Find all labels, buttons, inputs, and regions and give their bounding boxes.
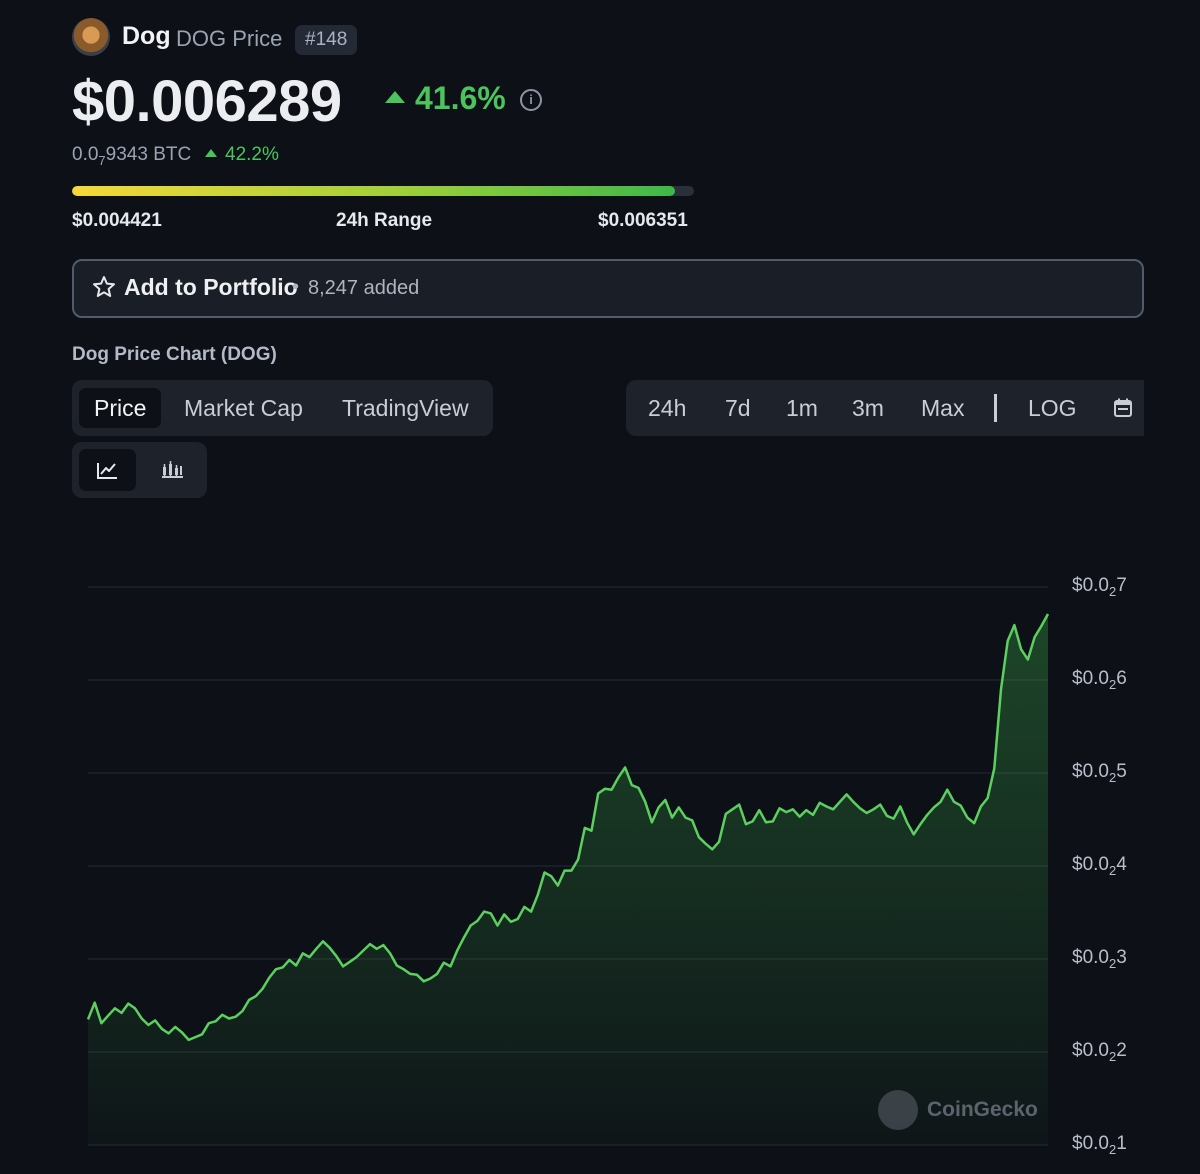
up-arrow-icon [385,91,405,103]
chart-tabs: Price Market Cap TradingView [72,380,493,436]
y-tick-label: $0.023 [1072,947,1127,971]
y-tick-label: $0.026 [1072,668,1127,692]
rank-badge: #148 [295,25,358,55]
calendar-icon[interactable] [1113,398,1133,418]
y-tick-label: $0.025 [1072,761,1127,785]
coin-name: Dog [122,22,171,50]
line-chart-icon [97,463,117,479]
price-area [88,614,1048,1145]
candlestick-chart-button[interactable] [144,449,201,491]
y-tick-label: $0.024 [1072,854,1127,878]
watermark: CoinGecko [927,1098,1038,1121]
btc-price-subscript: 7 [98,152,106,168]
up-arrow-icon [205,149,217,157]
range-3m-button[interactable]: 3m [852,388,884,428]
portfolio-label: Add to Portfolio [124,274,298,300]
range-high: $0.006351 [598,210,688,231]
time-range-selector: 24h 7d 1m 3m Max LOG [626,380,1144,436]
btc-price-rest: 9343 BTC [105,144,192,165]
info-icon[interactable]: i [520,89,542,111]
range-bar [72,186,694,196]
line-chart-button[interactable] [79,449,136,491]
price-change: 41.6% [385,80,506,117]
tab-tradingview[interactable]: TradingView [327,388,484,428]
range-label: 24h Range [336,210,433,231]
y-tick-label: $0.021 [1072,1133,1127,1157]
btc-price-prefix: 0.0 [72,144,99,165]
price-change-value: 41.6% [415,80,506,116]
chart-title: Dog Price Chart (DOG) [72,344,277,365]
range-low: $0.004421 [72,210,162,231]
tab-price[interactable]: Price [79,388,162,428]
current-price: $0.006289 [72,69,342,134]
range-7d-button[interactable]: 7d [725,388,751,428]
log-scale-button[interactable]: LOG [1028,388,1077,428]
portfolio-count: 8,247 added [308,277,420,299]
range-1m-button[interactable]: 1m [786,388,818,428]
tab-market-cap[interactable]: Market Cap [169,388,318,428]
y-tick-label: $0.027 [1072,575,1127,599]
range-max-button[interactable]: Max [921,388,964,428]
candlestick-chart-icon [162,461,183,478]
range-fill [72,186,676,196]
btc-change: 42.2% [205,144,279,166]
star-icon [93,276,115,297]
btc-change-value: 42.2% [225,144,279,165]
chart-type-selector [72,442,207,498]
coin-subtitle: DOG Price [176,26,283,51]
btc-price: 0.079343 BTC [72,144,191,168]
y-tick-label: $0.022 [1072,1040,1127,1064]
price-chart[interactable] [0,560,1200,1160]
coingecko-logo-icon [878,1090,918,1130]
range-divider [994,394,997,422]
range-24h-button[interactable]: 24h [648,388,686,428]
portfolio-separator: • [292,276,300,298]
coin-avatar [72,18,110,56]
